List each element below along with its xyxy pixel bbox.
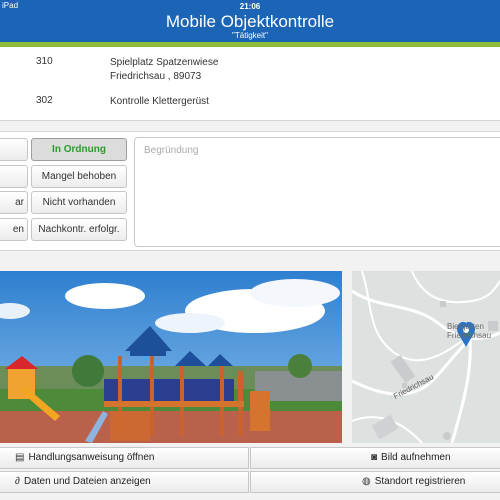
status-time: 21:06	[239, 2, 261, 11]
take-photo-label: Bild aufnehmen	[381, 452, 451, 463]
camera-icon: ◙	[371, 452, 378, 463]
globe-icon: ◍	[362, 476, 371, 487]
open-instructions-button[interactable]: ▤ Handlungsanweisung öffnen	[0, 447, 249, 469]
rating-button-left-3[interactable]: ar	[0, 191, 28, 214]
register-location-label: Standort registrieren	[374, 476, 466, 487]
map-canvas	[352, 271, 500, 443]
app-title: Mobile Objektkontrolle	[165, 12, 335, 31]
show-files-button[interactable]: ∂ Daten und Dateien anzeigen	[0, 471, 249, 493]
rating-button-left-2[interactable]	[0, 165, 28, 188]
status-not-present-button[interactable]: Nicht vorhanden	[31, 191, 127, 214]
object-address: Friedrichsau , 89073	[110, 71, 202, 82]
location-map[interactable]: Biergarten Friedrichsau Friedrichsau	[352, 271, 500, 443]
reason-textarea[interactable]: Begründung	[134, 137, 500, 247]
map-poi-label: Biergarten Friedrichsau	[447, 322, 492, 340]
object-photo[interactable]	[0, 271, 342, 443]
take-photo-button[interactable]: ◙ Bild aufnehmen	[250, 447, 500, 469]
app-header: iPad 21:06 Mobile Objektkontrolle "Tätig…	[0, 0, 500, 42]
object-details: Spielplatz Spatzenwiese Friedrichsau , 8…	[110, 56, 218, 84]
status-defect-fixed-button[interactable]: Mangel behoben	[31, 165, 127, 188]
app-window: iPad 21:06 Mobile Objektkontrolle "Tätig…	[0, 0, 500, 500]
status-recheck-done-button[interactable]: Nachkontr. erfolgr.	[31, 218, 127, 241]
register-location-button[interactable]: ◍ Standort registrieren	[250, 471, 500, 493]
rating-button-left-4[interactable]: en	[0, 218, 28, 241]
playground-photo-image	[0, 271, 342, 443]
document-list-icon: ▤	[15, 452, 25, 463]
rating-button-left-1[interactable]	[0, 138, 28, 161]
show-files-label: Daten und Dateien anzeigen	[23, 476, 151, 487]
object-info-panel: 310 Spielplatz Spatzenwiese Friedrichsau…	[0, 47, 500, 121]
rating-section: ar en In Ordnung Mangel behoben Nicht vo…	[0, 131, 500, 251]
app-subtitle: "Tätigkeit"	[232, 31, 268, 40]
activity-number: 302	[36, 95, 53, 106]
object-name: Spielplatz Spatzenwiese	[110, 57, 219, 68]
status-ok-button[interactable]: In Ordnung	[31, 138, 127, 161]
activity-name: Kontrolle Klettergerüst	[110, 96, 209, 107]
object-number: 310	[36, 56, 53, 67]
paperclip-icon: ∂	[15, 476, 20, 487]
open-instructions-label: Handlungsanweisung öffnen	[28, 452, 155, 463]
